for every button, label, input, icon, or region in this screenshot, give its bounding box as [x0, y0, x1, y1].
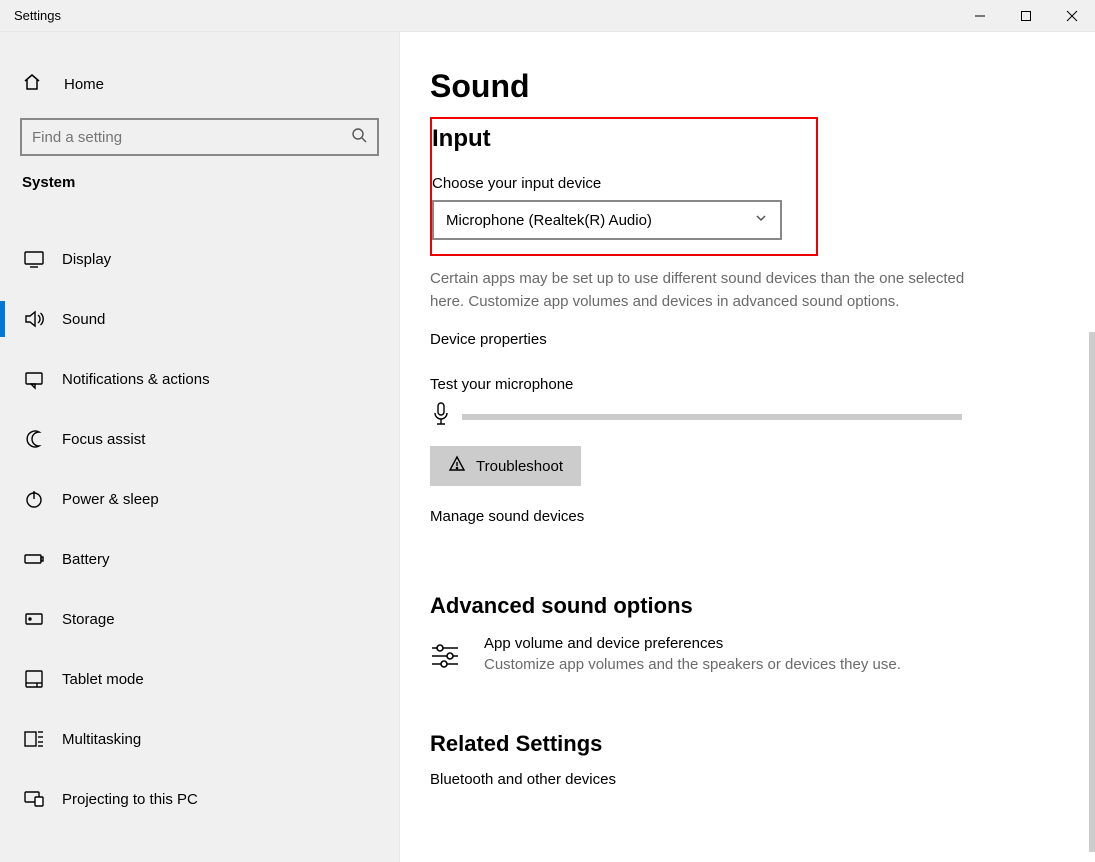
search-field[interactable]	[32, 129, 351, 146]
sidebar-item-battery[interactable]: Battery	[0, 529, 399, 589]
sidebar-section-title: System	[0, 174, 399, 191]
scrollbar[interactable]	[1089, 332, 1095, 852]
sidebar: Home System Display Sound Notifications & …	[0, 32, 400, 862]
sidebar-home[interactable]: Home	[0, 64, 399, 104]
sidebar-item-label: Notifications & actions	[62, 371, 210, 388]
sidebar-item-label: Focus assist	[62, 431, 145, 448]
power-icon	[22, 487, 46, 511]
bluetooth-link[interactable]: Bluetooth and other devices	[430, 771, 616, 788]
close-button[interactable]	[1049, 0, 1095, 32]
app-volume-row[interactable]: App volume and device preferences Custom…	[430, 635, 1065, 675]
advanced-heading: Advanced sound options	[430, 593, 1065, 619]
focus-icon	[22, 427, 46, 451]
sidebar-item-power[interactable]: Power & sleep	[0, 469, 399, 529]
sidebar-item-label: Sound	[62, 311, 105, 328]
input-hint-text: Certain apps may be set up to use differ…	[430, 268, 990, 313]
sidebar-item-focus[interactable]: Focus assist	[0, 409, 399, 469]
input-highlight-box: Input Choose your input device Microphon…	[430, 117, 818, 256]
microphone-icon	[430, 401, 452, 432]
search-input[interactable]	[20, 118, 379, 156]
project-icon	[22, 787, 46, 811]
app-volume-desc: Customize app volumes and the speakers o…	[484, 656, 901, 673]
device-properties-link[interactable]: Device properties	[430, 331, 547, 348]
notify-icon	[22, 367, 46, 391]
input-device-value: Microphone (Realtek(R) Audio)	[446, 212, 652, 229]
maximize-button[interactable]	[1003, 0, 1049, 32]
content-area: Sound Input Choose your input device Mic…	[400, 32, 1095, 862]
title-bar: Settings	[0, 0, 1095, 32]
battery-icon	[22, 547, 46, 571]
sidebar-item-tablet[interactable]: Tablet mode	[0, 649, 399, 709]
sliders-icon	[430, 635, 470, 675]
storage-icon	[22, 607, 46, 631]
manage-sound-devices-link[interactable]: Manage sound devices	[430, 508, 584, 525]
sidebar-item-label: Display	[62, 251, 111, 268]
troubleshoot-label: Troubleshoot	[476, 458, 563, 475]
sidebar-item-sound[interactable]: Sound	[0, 289, 399, 349]
chevron-down-icon	[754, 211, 768, 230]
tablet-icon	[22, 667, 46, 691]
sidebar-item-label: Tablet mode	[62, 671, 144, 688]
sound-icon	[22, 307, 46, 331]
sidebar-item-label: Projecting to this PC	[62, 791, 198, 808]
sidebar-item-notify[interactable]: Notifications & actions	[0, 349, 399, 409]
sidebar-item-label: Power & sleep	[62, 491, 159, 508]
multitask-icon	[22, 727, 46, 751]
minimize-button[interactable]	[957, 0, 1003, 32]
input-device-label: Choose your input device	[432, 175, 806, 192]
troubleshoot-button[interactable]: Troubleshoot	[430, 446, 581, 486]
sidebar-home-label: Home	[64, 76, 104, 93]
test-mic-label: Test your microphone	[430, 376, 1065, 393]
sidebar-item-label: Storage	[62, 611, 115, 628]
sidebar-item-display[interactable]: Display	[0, 229, 399, 289]
app-volume-title: App volume and device preferences	[484, 635, 901, 652]
home-icon	[22, 72, 42, 97]
display-icon	[22, 247, 46, 271]
window-title: Settings	[0, 8, 61, 23]
mic-test-row	[430, 401, 1065, 432]
related-heading: Related Settings	[430, 731, 1065, 757]
input-device-dropdown[interactable]: Microphone (Realtek(R) Audio)	[432, 200, 782, 240]
sidebar-item-multitask[interactable]: Multitasking	[0, 709, 399, 769]
warning-icon	[448, 455, 466, 477]
page-title: Sound	[430, 68, 1065, 105]
sidebar-item-storage[interactable]: Storage	[0, 589, 399, 649]
sidebar-item-project[interactable]: Projecting to this PC	[0, 769, 399, 829]
sidebar-item-label: Battery	[62, 551, 110, 568]
sidebar-item-label: Multitasking	[62, 731, 141, 748]
mic-level-bar	[462, 414, 962, 420]
input-heading: Input	[432, 125, 806, 153]
search-icon	[351, 127, 367, 148]
